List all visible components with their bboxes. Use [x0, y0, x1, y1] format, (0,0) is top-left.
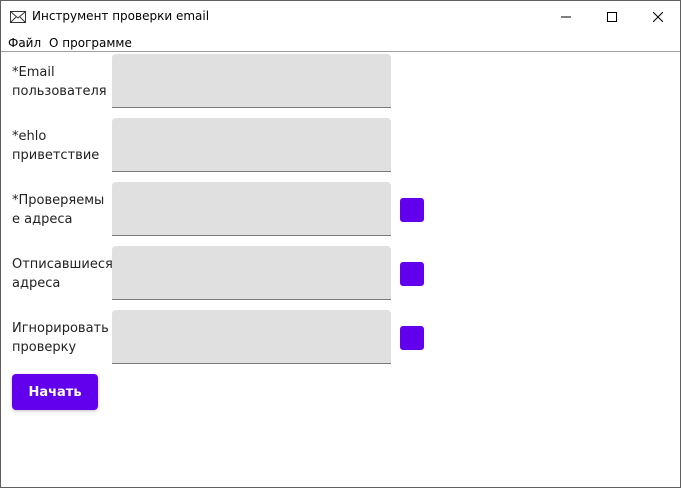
- ehlo-label-line1: *ehlo: [12, 129, 47, 144]
- envelope-icon: [10, 9, 26, 23]
- checked-addresses-label-line2: е адреса: [12, 212, 73, 227]
- menu-file[interactable]: Файл: [8, 36, 41, 50]
- unsubscribed-label: Отписавшиеся адреса: [12, 255, 113, 293]
- menu-divider: [1, 51, 680, 52]
- ehlo-label-line2: приветствие: [12, 148, 100, 163]
- window-title: Инструмент проверки email: [32, 9, 210, 23]
- start-button[interactable]: Начать: [12, 374, 98, 410]
- ignore-field[interactable]: [112, 310, 391, 364]
- checked-addresses-label: *Проверяемы е адреса: [12, 191, 112, 229]
- maximize-button[interactable]: [589, 1, 635, 32]
- menu-bar: Файл О программе: [1, 33, 680, 51]
- ehlo-label: *ehlo приветствие: [12, 127, 112, 165]
- maximize-icon: [607, 7, 617, 26]
- ignore-label: Игнорировать проверку: [12, 319, 112, 357]
- unsubscribed-field[interactable]: [112, 246, 391, 300]
- email-label-line1: *Email: [12, 65, 55, 80]
- close-button[interactable]: [635, 1, 681, 32]
- minimize-icon: [561, 7, 571, 26]
- minimize-button[interactable]: [543, 1, 589, 32]
- unsubscribed-file-button[interactable]: [400, 262, 424, 286]
- unsubscribed-label-line2: адреса: [12, 276, 61, 291]
- unsubscribed-label-line1: Отписавшиеся: [12, 257, 113, 272]
- app-window: Инструмент проверки email Файл О програм…: [0, 0, 681, 488]
- menu-about[interactable]: О программе: [49, 36, 132, 50]
- email-label: *Email пользователя: [12, 63, 112, 101]
- checked-addresses-label-line1: *Проверяемы: [12, 193, 105, 208]
- title-bar[interactable]: Инструмент проверки email: [1, 1, 680, 32]
- close-icon: [652, 7, 664, 26]
- checked-addresses-file-button[interactable]: [400, 198, 424, 222]
- ignore-label-line1: Игнорировать: [12, 321, 109, 336]
- ignore-file-button[interactable]: [400, 326, 424, 350]
- ignore-label-line2: проверку: [12, 340, 77, 355]
- email-field[interactable]: [112, 54, 391, 108]
- ehlo-field[interactable]: [112, 118, 391, 172]
- checked-addresses-field[interactable]: [112, 182, 391, 236]
- email-label-line2: пользователя: [12, 84, 107, 99]
